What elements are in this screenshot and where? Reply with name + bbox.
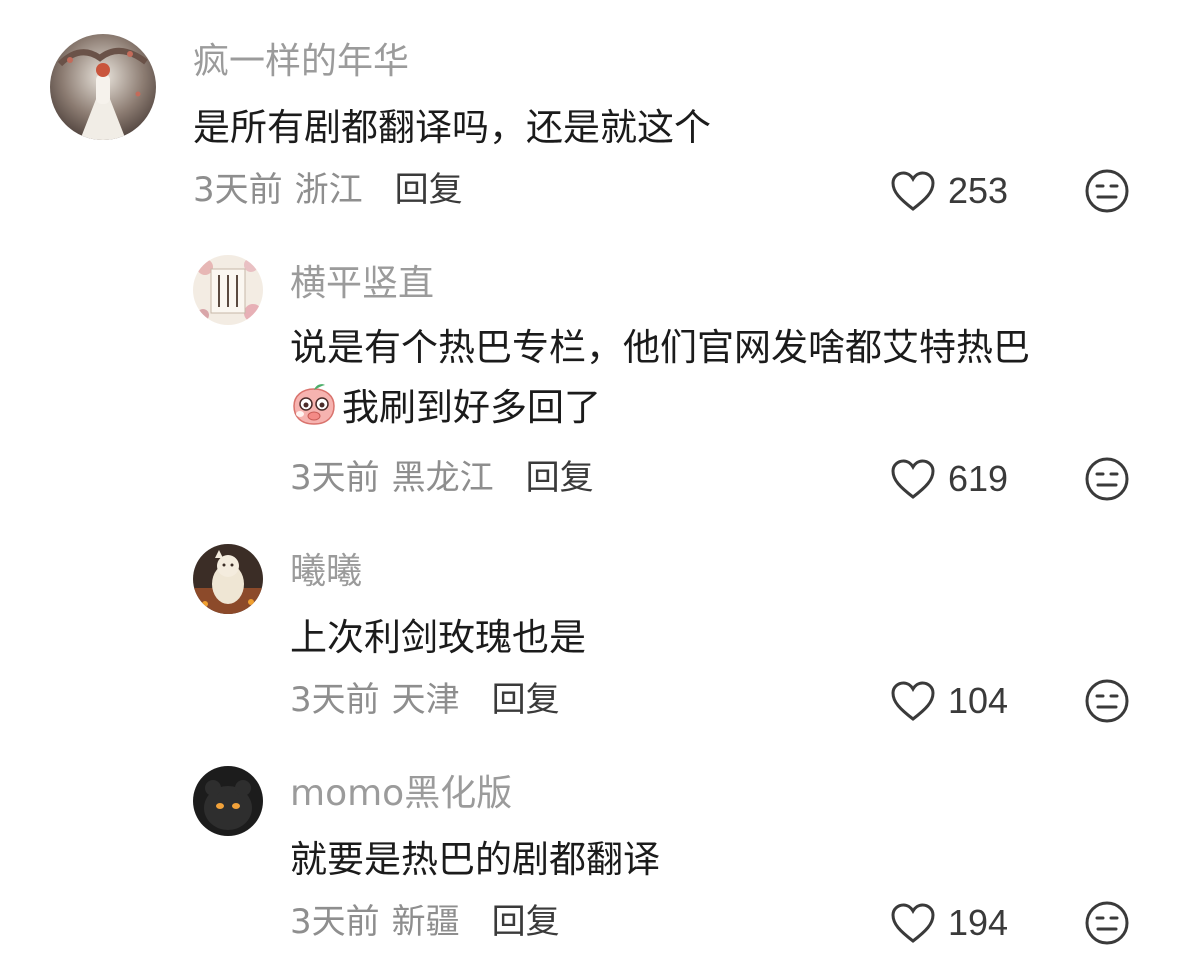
dislike-face-icon [1085,679,1129,723]
avatar-image [50,34,156,140]
comment-region: 浙江 [294,170,363,210]
avatar[interactable] [193,766,263,836]
comment-text: 上次利剑玫瑰也是 [290,608,586,668]
dislike-face-icon [1085,457,1129,501]
comment-text-line: 就要是热巴的剧都翻译 [290,838,660,881]
reply-comment-item: momo黑化版 就要是热巴的剧都翻译 3天前 新疆 回复 194 [0,742,1179,958]
comment-username[interactable]: momo黑化版 [290,774,512,814]
comment-username[interactable]: 曦曦 [290,552,362,592]
comment-item: 疯一样的年华 是所有剧都翻译吗，还是就这个 3天前 浙江 回复 253 [0,0,1179,230]
like-count: 104 [948,680,1009,721]
dislike-button[interactable] [1084,168,1130,214]
reply-button[interactable]: 回复 [492,680,560,720]
reply-comment-item: 横平竖直 说是有个热巴专栏，他们官网发啥都艾特热巴 我刷到好多回了 3天前 黑龙江… [0,230,1179,520]
reply-comment-item: 曦曦 上次利剑玫瑰也是 3天前 天津 回复 104 [0,520,1179,742]
like-button[interactable]: 253 [890,167,1008,215]
comment-region: 黑龙江 [391,458,494,498]
avatar-image [193,544,263,614]
avatar-image [193,766,263,836]
like-count: 619 [948,458,1009,499]
comment-username[interactable]: 疯一样的年华 [193,42,409,82]
dislike-button[interactable] [1084,456,1130,502]
comment-meta: 3天前 黑龙江 回复 [290,458,594,498]
heart-icon [891,681,935,721]
comment-meta: 3天前 天津 回复 [290,680,560,720]
reply-button[interactable]: 回复 [492,902,560,942]
comment-text-line-with-emoji: 我刷到好多回了 [290,378,1030,438]
comment-time: 3天前 [290,680,380,720]
comment-text: 是所有剧都翻译吗，还是就这个 [193,98,711,158]
comment-text-line: 是所有剧都翻译吗，还是就这个 [193,106,711,149]
comment-text-line: 上次利剑玫瑰也是 [290,616,586,659]
comment-time: 3天前 [290,902,380,942]
avatar[interactable] [50,34,156,140]
reply-button[interactable]: 回复 [526,458,594,498]
dislike-face-icon [1085,901,1129,945]
shy-peach-emoji-icon [293,384,335,425]
comment-text-line: 说是有个热巴专栏，他们官网发啥都艾特热巴 [290,326,1030,369]
heart-icon [891,459,935,499]
avatar[interactable] [193,255,263,325]
comment-text: 说是有个热巴专栏，他们官网发啥都艾特热巴 我刷到好多回了 [290,318,1030,438]
comment-region: 天津 [391,680,460,720]
dislike-button[interactable] [1084,678,1130,724]
like-count: 253 [948,170,1009,211]
comment-time: 3天前 [290,458,380,498]
heart-icon [891,903,935,943]
like-count: 194 [948,902,1009,943]
comment-meta: 3天前 浙江 回复 [193,170,463,210]
comment-region: 新疆 [391,902,460,942]
avatar-image [193,255,263,325]
heart-icon [891,171,935,211]
like-button[interactable]: 194 [890,899,1008,947]
comment-text-fragment: 我刷到好多回了 [342,386,601,429]
avatar[interactable] [193,544,263,614]
comment-meta: 3天前 新疆 回复 [290,902,560,942]
reply-button[interactable]: 回复 [395,170,463,210]
comment-text: 就要是热巴的剧都翻译 [290,830,660,890]
comment-time: 3天前 [193,170,283,210]
comment-username[interactable]: 横平竖直 [290,264,434,304]
like-button[interactable]: 619 [890,455,1008,503]
like-button[interactable]: 104 [890,677,1008,725]
dislike-button[interactable] [1084,900,1130,946]
dislike-face-icon [1085,169,1129,213]
